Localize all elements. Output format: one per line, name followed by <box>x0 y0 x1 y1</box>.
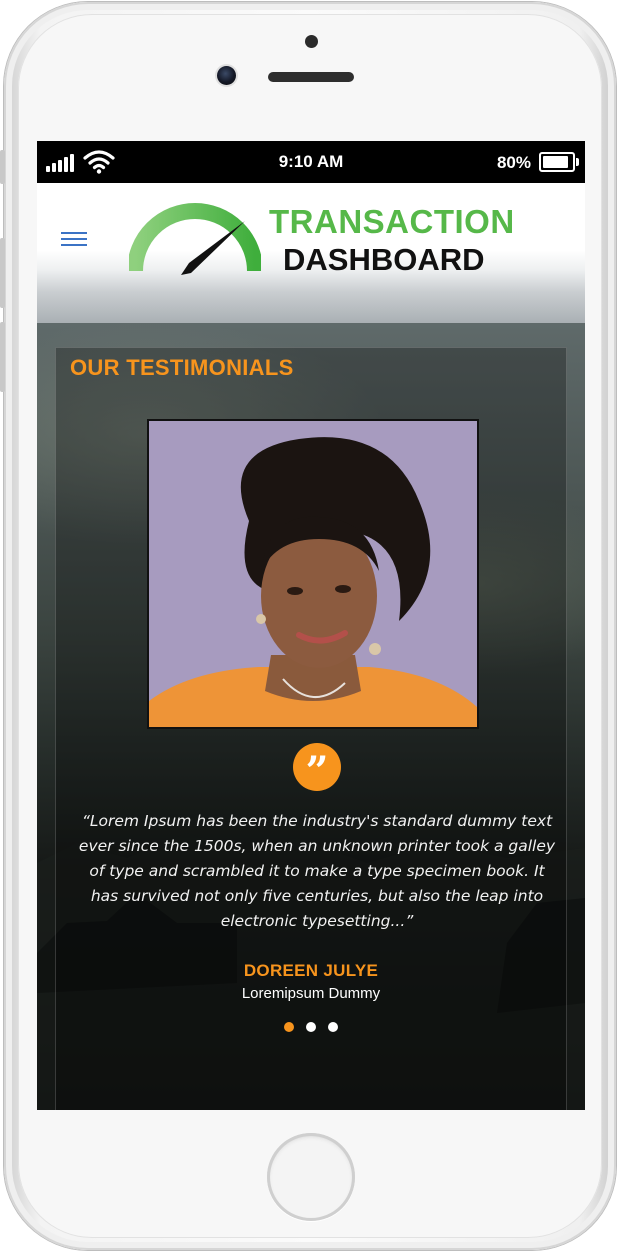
carousel-dot-1[interactable] <box>284 1022 294 1032</box>
logo-line-2: DASHBOARD <box>283 242 485 277</box>
menu-icon[interactable] <box>61 230 87 249</box>
status-bar: 9:10 AM 80% <box>37 141 585 183</box>
screen: 9:10 AM 80% TRANSACTION DASHBOARD OUR TE… <box>37 141 585 1110</box>
battery-icon <box>539 152 579 172</box>
quote-icon: ” <box>293 743 341 795</box>
volume-down-button <box>0 322 5 392</box>
logo-line-1: TRANSACTION <box>269 203 515 240</box>
testimonial-quote: “Lorem Ipsum has been the industry's sta… <box>78 812 556 930</box>
app-header: TRANSACTION DASHBOARD <box>37 183 585 323</box>
testimonial-author-role: Loremipsum Dummy <box>241 985 381 1002</box>
carousel-dot-2[interactable] <box>306 1022 316 1032</box>
portrait-image <box>149 421 477 727</box>
home-button[interactable] <box>267 1133 355 1221</box>
carousel-dot-3[interactable] <box>328 1022 338 1032</box>
mute-switch <box>0 150 5 184</box>
proximity-sensor <box>305 35 318 48</box>
volume-up-button <box>0 238 5 308</box>
carousel-dots <box>37 1022 585 1032</box>
section-title: OUR TESTIMONIALS <box>70 355 294 380</box>
gauge-logo-icon <box>129 203 261 275</box>
logo-wordmark: TRANSACTION DASHBOARD <box>269 203 515 279</box>
battery-percentage: 80% <box>496 153 531 172</box>
earpiece-speaker <box>268 72 354 82</box>
testimonial-photo <box>147 419 479 729</box>
front-camera <box>217 66 236 85</box>
testimonial-author: DOREEN JULYE <box>243 961 379 980</box>
